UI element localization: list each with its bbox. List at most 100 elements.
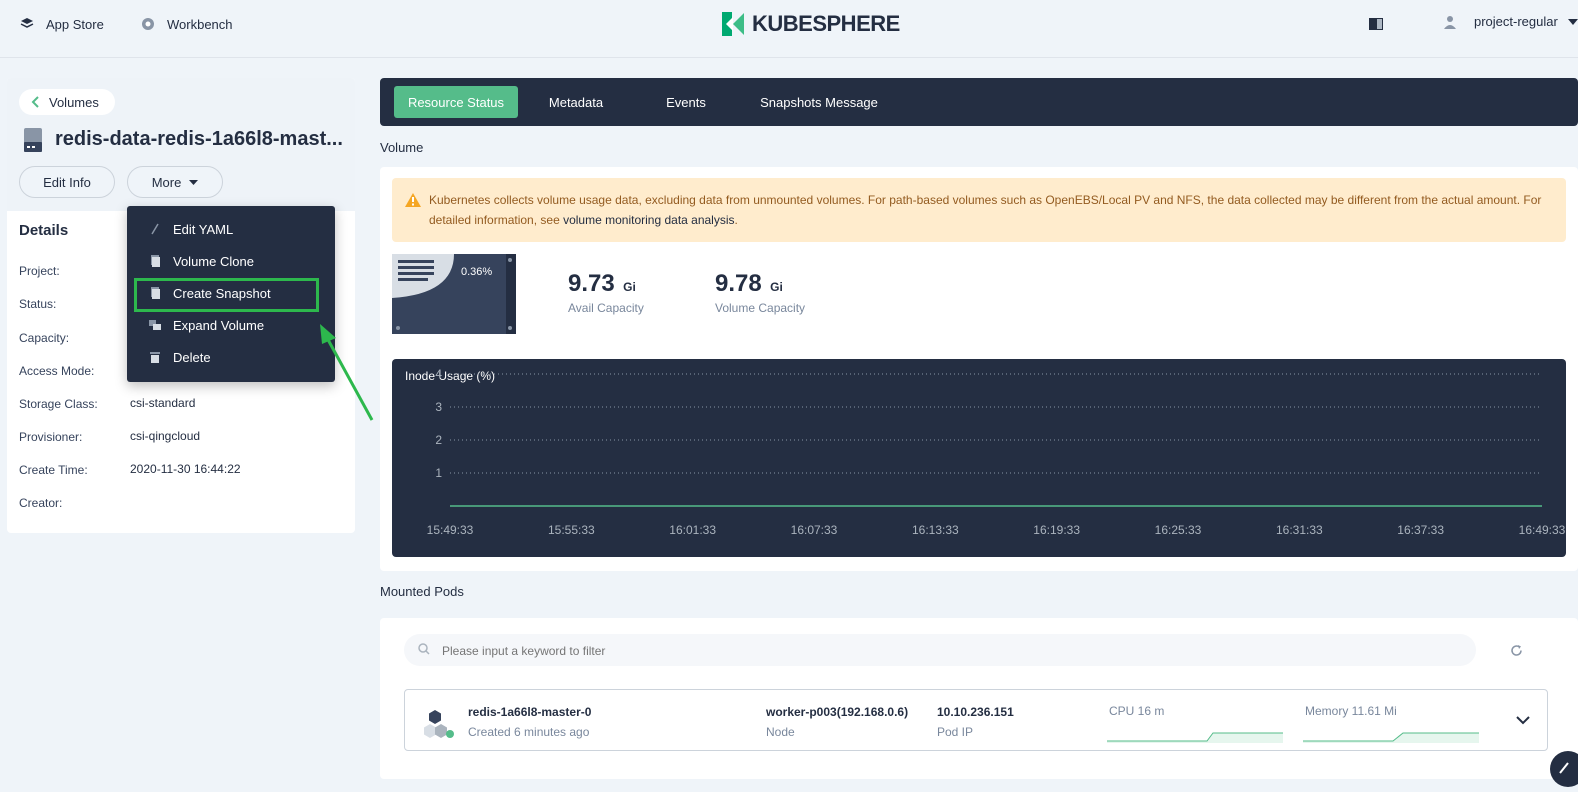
nav-app-store[interactable]: App Store — [20, 14, 104, 34]
nav-workbench-label: Workbench — [167, 16, 233, 32]
back-label: Volumes — [49, 94, 99, 110]
tab-events[interactable]: Events — [654, 86, 718, 118]
pod-icon — [424, 710, 454, 738]
volume-section-title: Volume — [380, 140, 424, 155]
pod-node: worker-p003(192.168.0.6) — [766, 705, 909, 719]
kubesphere-logo-icon — [722, 12, 744, 36]
memory-sparkline — [1303, 732, 1479, 743]
menu-item-label: Edit YAML — [173, 221, 234, 237]
tab-label: Events — [666, 94, 706, 110]
volume-icon — [23, 127, 43, 153]
y-tick-label: 3 — [435, 400, 442, 414]
tab-metadata[interactable]: Metadata — [540, 86, 612, 118]
volume-capacity-unit: Gi — [770, 280, 783, 294]
pod-ip: 10.10.236.151 — [937, 705, 1014, 719]
disk-icon — [392, 254, 516, 334]
edit-info-button[interactable]: Edit Info — [19, 166, 115, 198]
warning-icon — [405, 193, 421, 207]
expand-row-chevron-icon[interactable] — [1516, 716, 1530, 725]
username: project-regular — [1474, 14, 1558, 29]
inode-usage-plot: 1 2 3 4 15:49:33 15:55:33 16:01:33 16:07:33 16:1… — [427, 367, 1566, 537]
x-tick-label: 15:55:33 — [548, 523, 595, 537]
detail-value-provisioner: csi-qingcloud — [130, 429, 201, 443]
theme-toggle-icon[interactable] — [1369, 17, 1383, 30]
detail-label-provisioner: Provisioner: — [19, 430, 83, 444]
more-button[interactable]: More — [127, 166, 223, 198]
warning-period: . — [734, 213, 738, 227]
pod-ip-label: Pod IP — [937, 725, 974, 739]
menu-item-edit-yaml[interactable]: Edit YAML — [127, 214, 335, 244]
menu-item-delete[interactable]: Delete — [127, 342, 335, 372]
x-tick-label: 16:19:33 — [1033, 523, 1080, 537]
volume-capacity-value: 9.78 — [715, 270, 762, 297]
nav-app-store-label: App Store — [46, 16, 104, 32]
cpu-sparkline — [1107, 732, 1283, 743]
detail-label-capacity: Capacity: — [19, 331, 70, 345]
pod-name[interactable]: redis-1a66l8-master-0 — [468, 705, 591, 719]
details-heading: Details — [19, 222, 69, 239]
x-tick-label: 16:13:33 — [912, 523, 959, 537]
detail-label-status: Status: — [19, 297, 57, 311]
user-icon — [1444, 15, 1456, 29]
x-tick-label: 16:01:33 — [669, 523, 716, 537]
refresh-icon[interactable] — [1510, 644, 1523, 657]
x-tick-label: 16:49:33 — [1519, 523, 1566, 537]
pod-created: Created 6 minutes ago — [468, 725, 590, 739]
menu-item-label: Expand Volume — [173, 317, 265, 333]
back-to-volumes-button[interactable]: Volumes — [19, 89, 115, 115]
more-label: More — [151, 174, 182, 190]
detail-label-creator: Creator: — [19, 496, 63, 510]
copy-icon — [151, 255, 160, 267]
page-title: redis-data-redis-1a66l8-mast... — [55, 128, 343, 150]
layers-icon — [20, 18, 34, 28]
tab-snapshots-message[interactable]: Snapshots Message — [750, 86, 888, 118]
pointer-arrow-icon — [320, 324, 374, 421]
pod-memory: Memory 11.61 Mi — [1305, 704, 1397, 718]
nav-workbench[interactable]: Workbench — [141, 14, 233, 34]
volume-monitoring-link[interactable]: volume monitoring data analysis — [563, 213, 734, 227]
y-tick-label: 4 — [435, 367, 442, 381]
tab-label: Snapshots Message — [760, 94, 878, 110]
hammer-icon — [1559, 762, 1569, 774]
menu-item-label: Volume Clone — [173, 253, 254, 269]
help-fab-button[interactable] — [1550, 751, 1578, 787]
x-tick-label: 16:07:33 — [791, 523, 838, 537]
avail-capacity-value: 9.73 — [568, 270, 615, 297]
disk-usage-graphic — [392, 254, 516, 334]
edit-info-label: Edit Info — [43, 174, 91, 190]
menu-item-expand-volume[interactable]: Expand Volume — [127, 310, 335, 340]
logo[interactable]: KUBESPHERE — [720, 10, 900, 38]
avail-capacity: 9.73 Gi — [568, 270, 636, 298]
logo-text: KUBESPHERE — [752, 11, 900, 36]
detail-label-access-mode: Access Mode: — [19, 364, 95, 378]
user-menu[interactable]: project-regular — [1444, 14, 1578, 29]
mounted-pods-title: Mounted Pods — [380, 584, 464, 599]
menu-item-label: Delete — [173, 349, 211, 365]
y-tick-label: 2 — [435, 433, 442, 447]
usage-percent: 0.36% — [461, 266, 493, 278]
x-tick-label: 15:49:33 — [427, 523, 474, 537]
create-snapshot-highlight-box — [134, 278, 319, 312]
expand-icon — [149, 320, 161, 330]
pod-search-input[interactable] — [440, 640, 1444, 662]
pod-search-field[interactable] — [404, 634, 1476, 666]
trash-icon — [150, 352, 160, 363]
search-icon — [418, 643, 430, 655]
warning-text: Kubernetes collects volume usage data, e… — [429, 190, 1549, 230]
detail-label-storage-class: Storage Class: — [19, 397, 98, 411]
tab-resource-status[interactable]: Resource Status — [394, 86, 518, 118]
pod-node-label: Node — [766, 725, 795, 739]
detail-value-create-time: 2020-11-30 16:44:22 — [130, 462, 241, 476]
tab-label: Resource Status — [407, 94, 505, 110]
menu-item-volume-clone[interactable]: Volume Clone — [127, 246, 335, 276]
detail-label-create-time: Create Time: — [19, 463, 88, 477]
volume-capacity-label: Volume Capacity — [715, 301, 806, 315]
avail-capacity-unit: Gi — [623, 280, 636, 294]
detail-value-storage-class: csi-standard — [130, 396, 196, 410]
tab-label: Metadata — [548, 94, 604, 110]
x-tick-label: 16:25:33 — [1155, 523, 1202, 537]
detail-label-project: Project: — [19, 264, 60, 278]
volume-capacity: 9.78 Gi — [715, 270, 783, 298]
dashboard-icon — [142, 18, 154, 30]
avail-capacity-label: Avail Capacity — [568, 301, 644, 315]
